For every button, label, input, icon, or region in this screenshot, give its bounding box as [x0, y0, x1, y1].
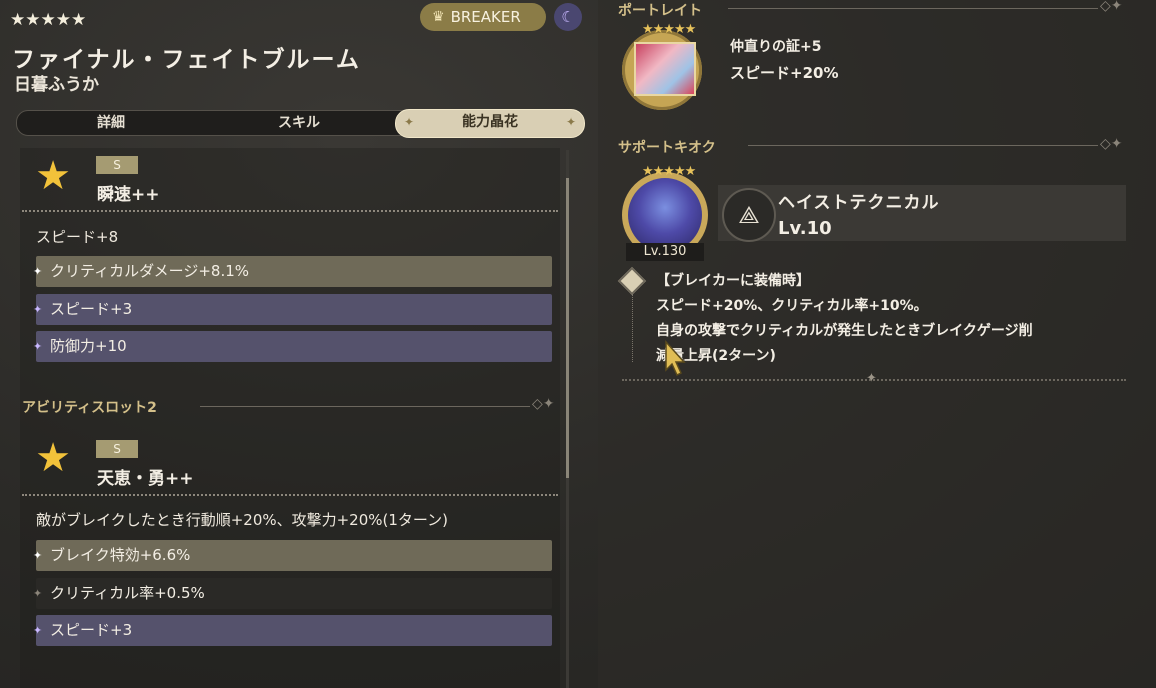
sparkle-icon: ✦	[33, 587, 43, 600]
ornament-icon: ✦	[866, 371, 877, 386]
character-name: 日暮ふうか	[14, 75, 99, 95]
sub-stat-row: ✦ クリティカル率+0.5%	[33, 578, 552, 609]
ability-name: 瞬速++	[97, 185, 160, 205]
ornament-icon: ◇✦	[1100, 136, 1123, 152]
section-label: アビリティスロット2	[22, 400, 157, 416]
portrait-effect-2: スピード+20%	[730, 64, 839, 82]
rank-badge: S	[96, 156, 138, 174]
ornament-icon: ◇✦	[532, 396, 555, 412]
ability-star-icon: ★	[35, 435, 71, 481]
sparkle-icon: ✦	[33, 340, 43, 353]
support-stars: ★★★★★	[642, 164, 696, 179]
effect-line: 自身の攻撃でクリティカルが発生したときブレイクゲージ削	[656, 323, 1033, 339]
main-stat: スピード+8	[36, 228, 119, 246]
technical-emblem-icon: ⟁	[722, 188, 776, 242]
sparkle-icon: ✦	[404, 115, 415, 129]
support-image	[628, 178, 702, 252]
support-name: ヘイストテクニカル	[778, 193, 940, 213]
scrollbar-thumb[interactable]	[566, 178, 569, 478]
section-rule	[748, 145, 1098, 146]
rarity-stars: ★★★★★	[10, 10, 87, 30]
sub-stat-text: クリティカルダメージ+8.1%	[50, 262, 250, 280]
breaker-icon: ♛	[432, 9, 445, 25]
sub-stat-text: クリティカル率+0.5%	[50, 584, 205, 602]
tab-ability-crystal[interactable]: ✦ 能力晶花 ✦	[395, 109, 585, 138]
sparkle-icon: ✦	[33, 624, 43, 637]
ability-name: 天恵・勇++	[97, 469, 194, 489]
support-level: Lv.10	[778, 218, 832, 239]
effect-title: 【ブレイカーに装備時】	[656, 273, 810, 289]
main-stat: 敵がブレイクしたとき行動順+20%、攻撃力+20%(1ターン)	[36, 511, 449, 529]
section-label: サポートキオク	[618, 140, 716, 156]
portrait-stars: ★★★★★	[642, 22, 696, 37]
sparkle-icon: ✦	[33, 265, 43, 278]
sub-stat-row: ✦ ブレイク特効+6.6%	[33, 540, 552, 571]
divider	[22, 494, 558, 496]
sub-stat-text: ブレイク特効+6.6%	[50, 546, 191, 564]
tab-ability-crystal-label: 能力晶花	[462, 114, 518, 130]
sub-stat-text: スピード+3	[50, 621, 133, 639]
sub-stat-row: ✦ クリティカルダメージ+8.1%	[33, 256, 552, 287]
ornament-icon: ◇✦	[1100, 0, 1123, 14]
tab-details[interactable]: 詳細	[17, 111, 205, 135]
section-label: ポートレイト	[618, 3, 702, 19]
sub-stat-row: ✦ 防御力+10	[33, 331, 552, 362]
effect-line: スピード+20%、クリティカル率+10%。	[656, 298, 928, 314]
section-rule	[200, 406, 530, 407]
rank-badge: S	[96, 440, 138, 458]
divider	[22, 210, 558, 212]
sub-stat-text: 防御力+10	[50, 337, 127, 355]
support-level-badge: Lv.130	[626, 243, 704, 261]
tab-skill[interactable]: スキル	[205, 111, 393, 135]
sparkle-icon: ✦	[33, 549, 43, 562]
timeline-line	[632, 294, 634, 362]
sub-stat-row: ✦ スピード+3	[33, 615, 552, 646]
sub-stat-text: スピード+3	[50, 300, 133, 318]
moon-attribute-icon: ☾	[554, 3, 582, 31]
sparkle-icon: ✦	[33, 303, 43, 316]
role-label: BREAKER	[450, 8, 521, 26]
pointer-cursor-icon	[665, 340, 686, 377]
section-rule	[728, 8, 1098, 9]
portrait-image	[634, 42, 696, 96]
sub-stat-row: ✦ スピード+3	[33, 294, 552, 325]
item-title: ファイナル・フェイトブルーム	[12, 47, 361, 73]
tab-bar: 詳細 スキル ✦ 能力晶花 ✦	[16, 109, 585, 138]
sparkle-icon: ✦	[565, 115, 576, 129]
portrait-effect-1: 仲直りの証+5	[730, 39, 822, 55]
role-badge: ♛ BREAKER	[420, 3, 546, 31]
ability-star-icon: ★	[35, 153, 71, 199]
